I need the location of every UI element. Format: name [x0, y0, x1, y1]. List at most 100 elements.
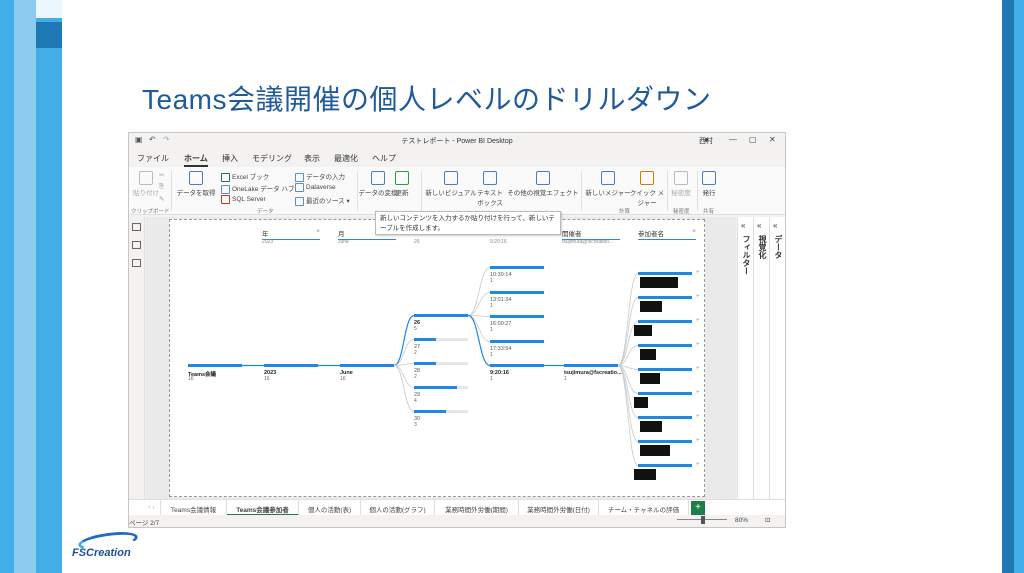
- title-bar: ▣ ↶ ↷ テストレポート - Power BI Desktop 西村 ● — …: [129, 133, 785, 149]
- header-year-sub: 2023: [262, 239, 274, 245]
- expand-icon[interactable]: +: [696, 342, 700, 348]
- data-pane[interactable]: « データ: [769, 217, 785, 499]
- visualizations-pane[interactable]: « 視覚化: [753, 217, 769, 499]
- window-title: テストレポート - Power BI Desktop: [401, 138, 513, 145]
- right-decor-band-dark: [1002, 0, 1014, 573]
- recent-sources-button[interactable]: 最近のソース ▾: [295, 195, 350, 206]
- menu-view[interactable]: 表示: [304, 153, 320, 164]
- tree-link: [617, 273, 639, 366]
- redacted-name: [640, 349, 656, 360]
- report-view-icon[interactable]: [132, 223, 141, 231]
- tree-link: [393, 365, 415, 412]
- more-visuals-button[interactable]: その他の視覚エフェクト: [507, 171, 579, 197]
- redacted-name: [640, 445, 670, 456]
- group-data: データ: [257, 209, 274, 215]
- copy-icon[interactable]: ⎘: [159, 183, 164, 191]
- tree-link: [467, 267, 491, 316]
- redacted-name: [640, 301, 662, 312]
- tab-overtime-date[interactable]: 業務時間外労働(日付): [519, 500, 599, 516]
- group-clipboard: クリップボード: [131, 209, 170, 215]
- cut-icon[interactable]: ✂: [159, 171, 164, 179]
- collapse-icon[interactable]: «: [757, 221, 761, 230]
- expand-icon[interactable]: +: [696, 390, 700, 396]
- enter-data-button[interactable]: データの入力: [295, 171, 345, 182]
- minimize-icon[interactable]: —: [729, 135, 737, 144]
- tab-team-channel[interactable]: チーム・チャネルの評価: [599, 500, 689, 516]
- publish-button[interactable]: 発行: [695, 171, 723, 197]
- menu-bar: ファイル ホーム 挿入 モデリング 表示 最適化 ヘルプ: [129, 151, 785, 167]
- zoom-slider-thumb[interactable]: [701, 516, 705, 524]
- slide: Teams会議開催の個人レベルのドリルダウン ▣ ↶ ↷ テストレポート - P…: [0, 0, 1024, 573]
- header-day-sub: 26: [414, 239, 420, 245]
- maximize-icon[interactable]: ▢: [749, 135, 757, 144]
- tooltip: 新しいコンテンツを入力するか貼り付けを行って、新しいテーブルを作成します。: [375, 211, 561, 235]
- expand-icon[interactable]: +: [696, 438, 700, 444]
- group-share: 共有: [703, 209, 715, 215]
- expand-icon[interactable]: +: [696, 366, 700, 372]
- tree-link: [467, 315, 491, 342]
- ribbon: 貼り付け ✂ ⎘ ✎ データを取得 Excel ブック OneLake データ …: [129, 167, 785, 215]
- tree-links: [241, 267, 639, 466]
- get-data-button[interactable]: データを取得: [173, 171, 219, 197]
- refresh-button[interactable]: 更新: [387, 171, 417, 197]
- textbox-button[interactable]: テキスト ボックス: [473, 171, 507, 207]
- redacted-name: [640, 277, 678, 288]
- powerbi-window: ▣ ↶ ↷ テストレポート - Power BI Desktop 西村 ● — …: [128, 132, 786, 528]
- header-participant[interactable]: 参加者名 ×: [638, 228, 696, 240]
- group-sensitivity: 秘密度: [673, 209, 690, 215]
- right-decor-band-light: [1014, 0, 1024, 573]
- tab-activity-table[interactable]: 個人の活動(表): [299, 500, 361, 516]
- excel-button[interactable]: Excel ブック: [221, 171, 269, 182]
- expand-icon[interactable]: +: [696, 318, 700, 324]
- expand-icon[interactable]: +: [696, 270, 700, 276]
- new-visual-button[interactable]: 新しいビジュアル: [425, 171, 477, 197]
- menu-insert[interactable]: 挿入: [222, 153, 238, 164]
- menu-optimize[interactable]: 最適化: [334, 153, 358, 164]
- expand-icon[interactable]: +: [696, 462, 700, 468]
- expand-icon[interactable]: +: [696, 294, 700, 300]
- menu-help[interactable]: ヘルプ: [372, 153, 396, 164]
- tab-meeting-info[interactable]: Teams会議情報: [161, 500, 227, 516]
- sensitivity-button[interactable]: 秘密度: [667, 171, 695, 197]
- quick-measure-button[interactable]: クイック メジャー: [629, 171, 665, 207]
- tree-link: [393, 365, 415, 388]
- format-painter-icon[interactable]: ✎: [159, 195, 164, 203]
- header-month-sub: June: [338, 239, 349, 245]
- fit-to-page-icon[interactable]: ⊡: [765, 516, 770, 524]
- model-view-icon[interactable]: [132, 259, 141, 267]
- filters-pane[interactable]: « フィルター: [737, 217, 753, 499]
- tab-overtime-period[interactable]: 業務時間外労働(期間): [435, 500, 519, 516]
- menu-home[interactable]: ホーム: [184, 153, 208, 167]
- collapse-icon[interactable]: «: [741, 221, 745, 230]
- redacted-name: [640, 373, 660, 384]
- onelake-button[interactable]: OneLake データ ハブ: [221, 183, 295, 194]
- redacted-name: [634, 325, 652, 336]
- redacted-name: [634, 397, 648, 408]
- tab-activity-graph[interactable]: 個人の活動(グラフ): [361, 500, 435, 516]
- tab-meeting-participants[interactable]: Teams会議参加者: [227, 500, 299, 516]
- header-time-sub: 9:20:16: [490, 239, 507, 245]
- new-measure-button[interactable]: 新しいメジャー: [585, 171, 631, 197]
- menu-file[interactable]: ファイル: [137, 153, 169, 164]
- decomposition-tree-visual[interactable]: 年× 2023 月× June 26 9:20:16 開催者 tsujimura…: [169, 219, 705, 497]
- close-icon[interactable]: ✕: [769, 135, 776, 144]
- fscreation-logo: FSCreation: [72, 528, 162, 563]
- redacted-name: [634, 469, 656, 480]
- page-tabs: ‹ › Teams会議情報 Teams会議参加者 個人の活動(表) 個人の活動(…: [129, 499, 785, 516]
- account-icon[interactable]: ●: [704, 135, 709, 144]
- tree-link: [467, 292, 491, 316]
- table-view-icon[interactable]: [132, 241, 141, 249]
- redacted-name: [640, 421, 662, 432]
- left-decor-band: [0, 0, 62, 573]
- sql-server-button[interactable]: SQL Server: [221, 195, 266, 204]
- view-rail: [129, 217, 145, 499]
- menu-modeling[interactable]: モデリング: [252, 153, 292, 164]
- expand-icon[interactable]: +: [696, 414, 700, 420]
- collapse-icon[interactable]: «: [773, 221, 777, 230]
- dataverse-button[interactable]: Dataverse: [295, 183, 336, 192]
- slide-title: Teams会議開催の個人レベルのドリルダウン: [142, 84, 712, 115]
- add-page-button[interactable]: +: [691, 501, 705, 515]
- tab-scroll-left-icon[interactable]: ‹ ›: [143, 500, 161, 516]
- status-bar: ページ 2/7 80% ⊡: [129, 515, 785, 527]
- data-label: データ: [774, 235, 783, 259]
